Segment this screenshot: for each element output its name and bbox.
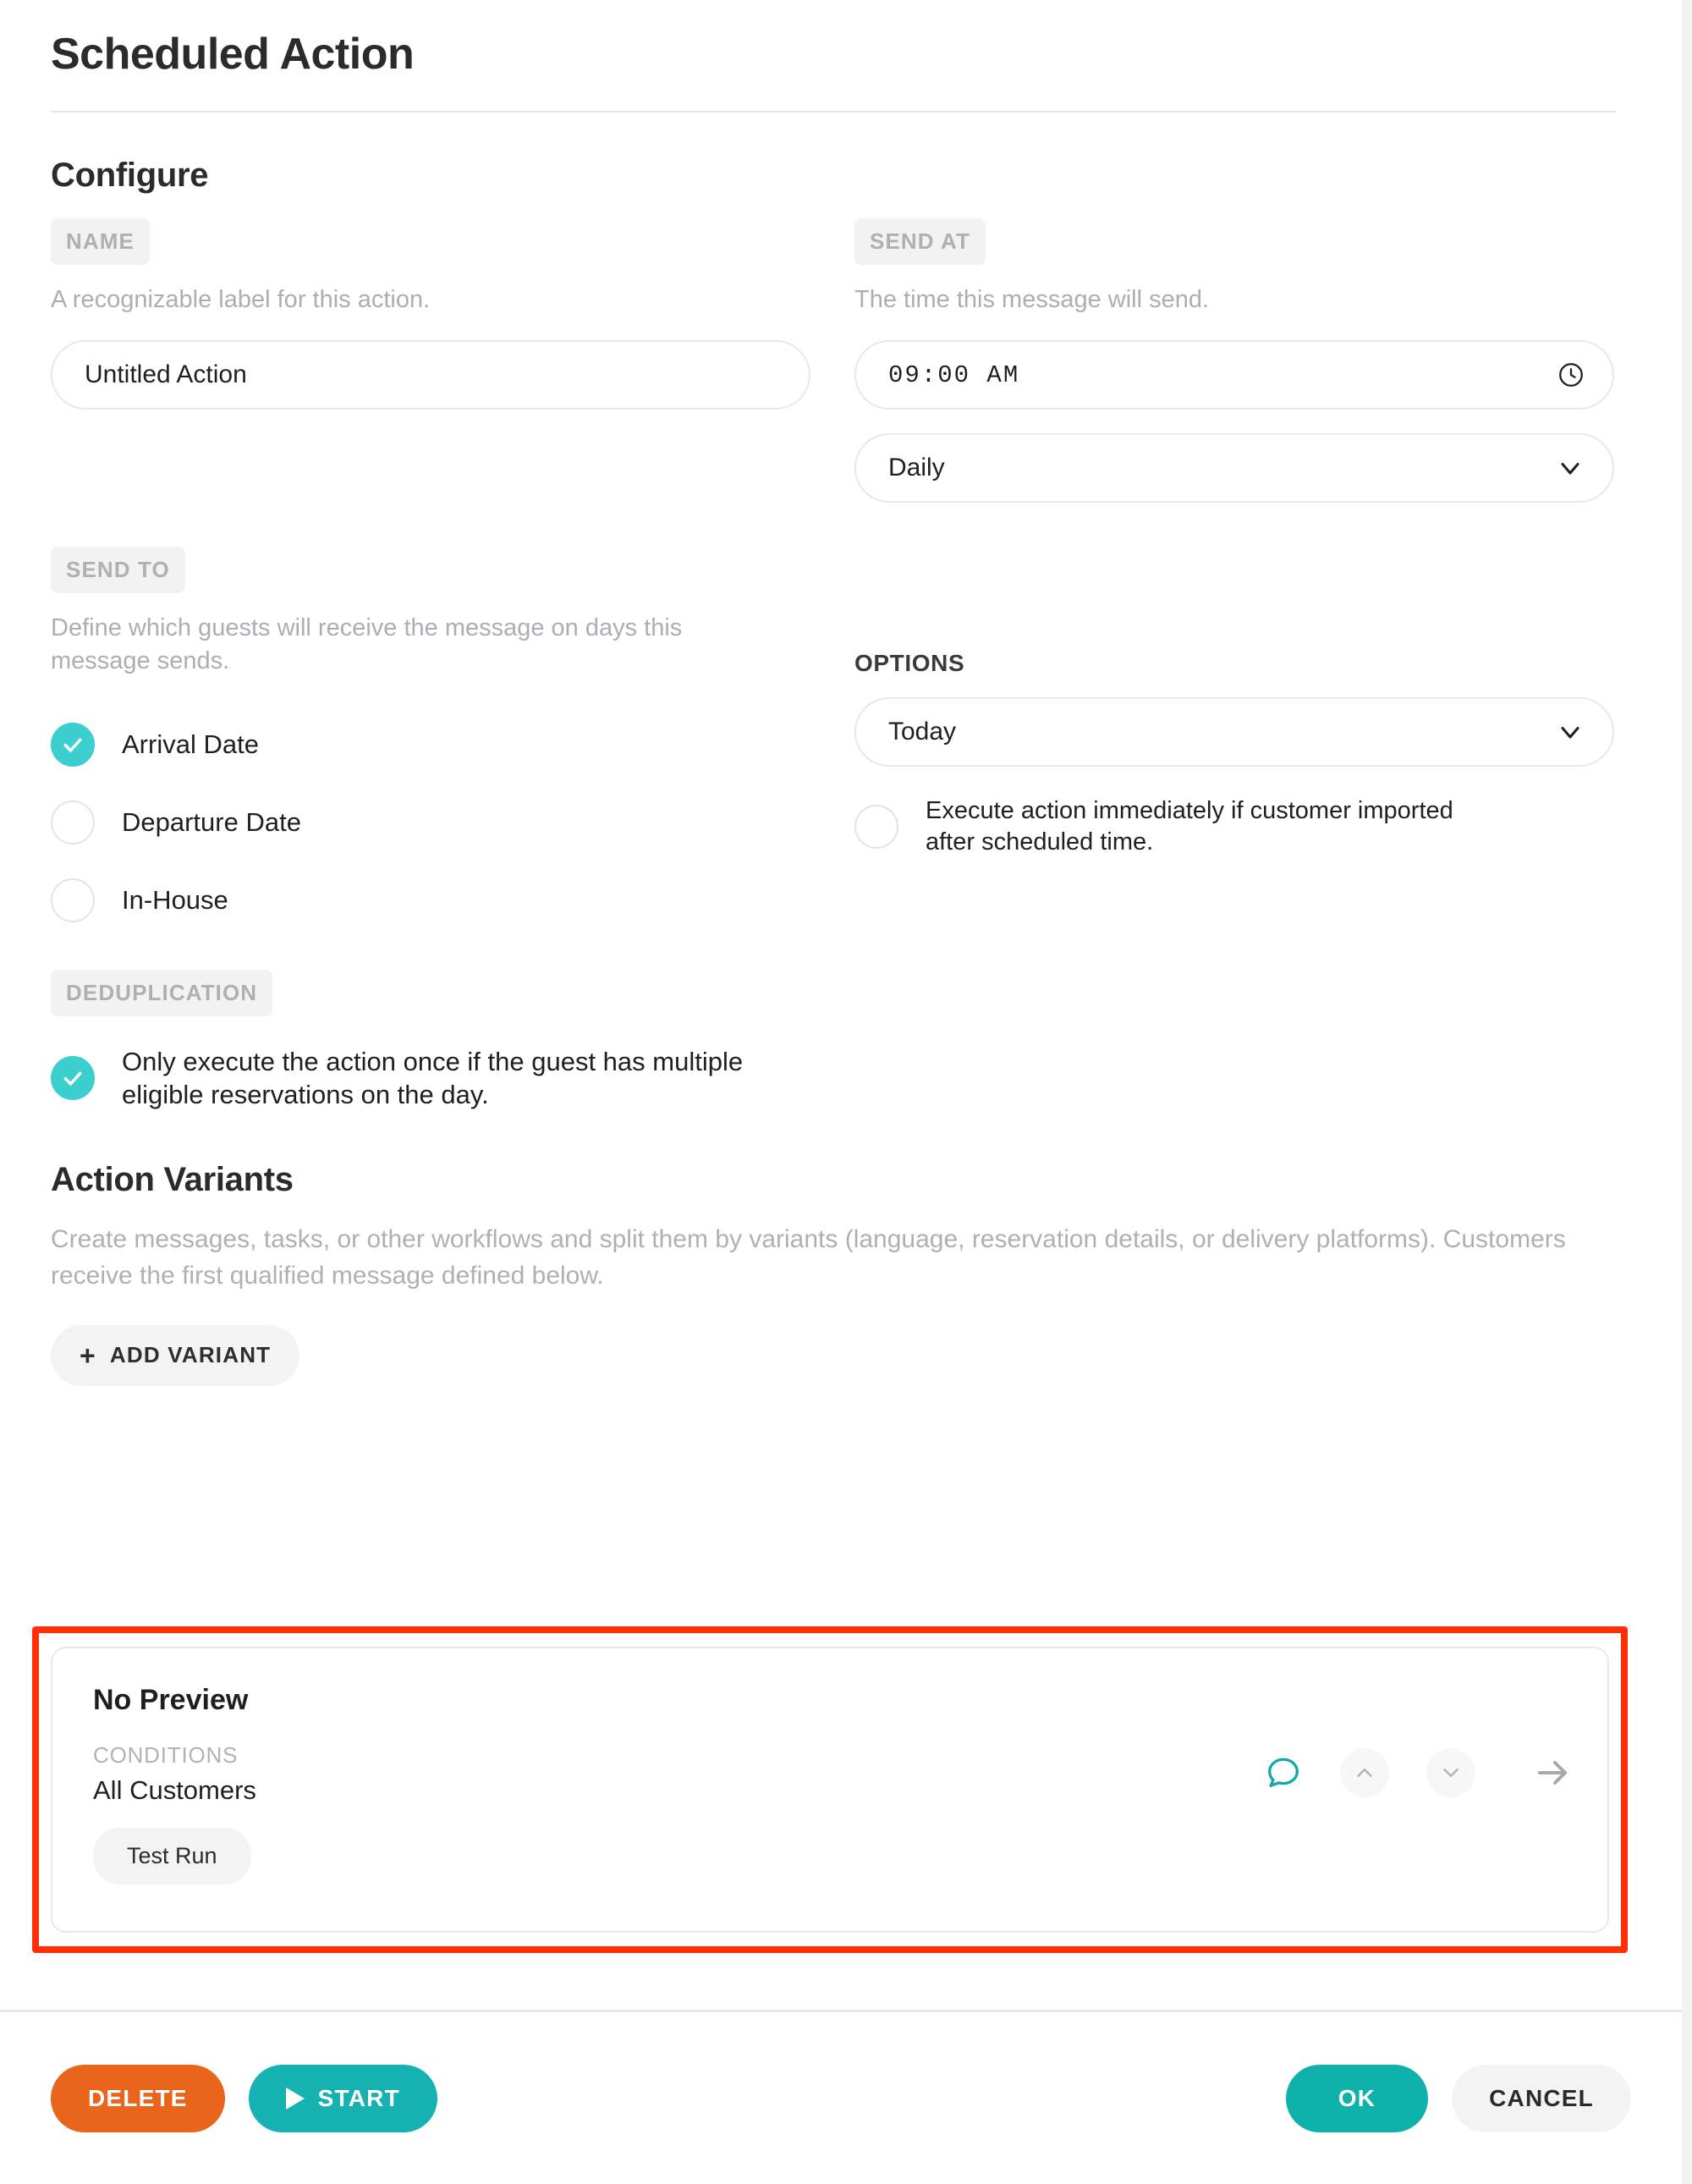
variant-card-actions xyxy=(1264,1748,1574,1797)
deduplication-label: DEDUPLICATION xyxy=(51,969,273,1016)
play-icon xyxy=(285,2087,305,2110)
page-right-gutter xyxy=(1682,0,1692,2184)
add-variant-label: ADD VARIANT xyxy=(109,1342,272,1368)
checkbox-arrival-date[interactable] xyxy=(51,722,95,767)
delete-button[interactable]: DELETE xyxy=(51,2064,225,2132)
options-group: OPTIONS Today Execute action immediately… xyxy=(854,547,1614,921)
options-label: OPTIONS xyxy=(854,650,965,677)
send-at-frequency-select[interactable]: Daily xyxy=(854,433,1614,503)
cancel-button-label: CANCEL xyxy=(1489,2084,1594,2111)
move-variant-down-button[interactable] xyxy=(1426,1748,1475,1797)
cancel-button[interactable]: CANCEL xyxy=(1452,2064,1631,2132)
variant-card-title: No Preview xyxy=(93,1684,249,1716)
send-at-frequency-value: Daily xyxy=(888,454,945,482)
send-to-option-in-house[interactable]: In-House xyxy=(51,877,810,922)
ok-button-label: OK xyxy=(1338,2084,1376,2111)
page-title: Scheduled Action xyxy=(51,30,415,79)
send-at-helper-text: The time this message will send. xyxy=(854,286,1210,314)
name-input[interactable]: Untitled Action xyxy=(51,340,810,410)
checkbox-deduplication[interactable] xyxy=(51,1056,95,1101)
options-select-value: Today xyxy=(888,718,957,746)
action-variants-heading: Action Variants xyxy=(51,1160,294,1198)
move-variant-up-button[interactable] xyxy=(1340,1748,1389,1797)
arrow-right-icon[interactable] xyxy=(1533,1752,1574,1793)
delete-button-label: DELETE xyxy=(88,2084,188,2111)
chevron-down-icon[interactable] xyxy=(1555,717,1585,747)
option-execute-immediately-label: Execute action immediately if customer i… xyxy=(926,797,1453,856)
chat-bubble-icon[interactable] xyxy=(1264,1753,1303,1792)
footer-left-actions: DELETE START xyxy=(51,2064,437,2132)
start-button-label: START xyxy=(317,2084,400,2111)
send-to-helper-text: Define which guests will receive the mes… xyxy=(51,614,683,675)
name-input-value: Untitled Action xyxy=(85,360,247,389)
send-to-option-departure-date[interactable]: Departure Date xyxy=(51,800,810,844)
clock-icon[interactable] xyxy=(1557,360,1585,389)
send-at-field-group: SEND AT The time this message will send.… xyxy=(854,218,1614,503)
deduplication-group: DEDUPLICATION Only execute the action on… xyxy=(51,969,1631,1112)
test-run-button[interactable]: Test Run xyxy=(93,1828,251,1884)
configure-row-1: NAME A recognizable label for this actio… xyxy=(51,218,1631,503)
send-to-group: SEND TO Define which guests will receive… xyxy=(51,547,810,922)
add-variant-button[interactable]: + ADD VARIANT xyxy=(51,1324,300,1386)
scheduled-action-page: Scheduled Action Configure NAME A recogn… xyxy=(0,0,1692,2184)
send-at-time-value: 09:00 AM xyxy=(888,360,1020,389)
configure-row-2: SEND TO Define which guests will receive… xyxy=(51,547,1631,922)
send-at-time-input[interactable]: 09:00 AM xyxy=(854,340,1614,410)
checkbox-in-house[interactable] xyxy=(51,877,95,922)
start-button[interactable]: START xyxy=(248,2064,437,2132)
deduplication-option[interactable]: Only execute the action once if the gues… xyxy=(51,1045,1631,1112)
send-at-label: SEND AT xyxy=(854,218,986,266)
title-divider xyxy=(51,111,1616,113)
configure-heading: Configure xyxy=(51,157,209,195)
footer-right-actions: OK CANCEL xyxy=(1285,2064,1631,2132)
send-to-label: SEND TO xyxy=(51,547,185,594)
action-variants-description: Create messages, tasks, or other workflo… xyxy=(51,1224,1566,1290)
name-label: NAME xyxy=(51,218,150,266)
chevron-down-icon[interactable] xyxy=(1555,453,1585,483)
dialog-footer: DELETE START OK CANCEL xyxy=(0,2012,1682,2184)
ok-button[interactable]: OK xyxy=(1285,2064,1429,2132)
name-field-group: NAME A recognizable label for this actio… xyxy=(51,218,810,503)
option-execute-immediately[interactable]: Execute action immediately if customer i… xyxy=(854,795,1614,858)
plus-icon: + xyxy=(80,1340,96,1371)
send-to-option-label: Arrival Date xyxy=(122,729,259,759)
send-to-option-label: In-House xyxy=(122,884,228,915)
send-to-option-label: Departure Date xyxy=(122,806,301,837)
send-to-option-arrival-date[interactable]: Arrival Date xyxy=(51,722,810,767)
deduplication-option-label: Only execute the action once if the gues… xyxy=(122,1046,744,1110)
checkbox-execute-immediately[interactable] xyxy=(854,805,898,850)
options-select[interactable]: Today xyxy=(854,697,1614,767)
checkbox-departure-date[interactable] xyxy=(51,800,95,844)
dialog-body: Scheduled Action Configure NAME A recogn… xyxy=(0,0,1682,2010)
name-helper-text: A recognizable label for this action. xyxy=(51,286,431,314)
variant-card[interactable]: No Preview CONDITIONS All Customers Test… xyxy=(51,1647,1609,1933)
